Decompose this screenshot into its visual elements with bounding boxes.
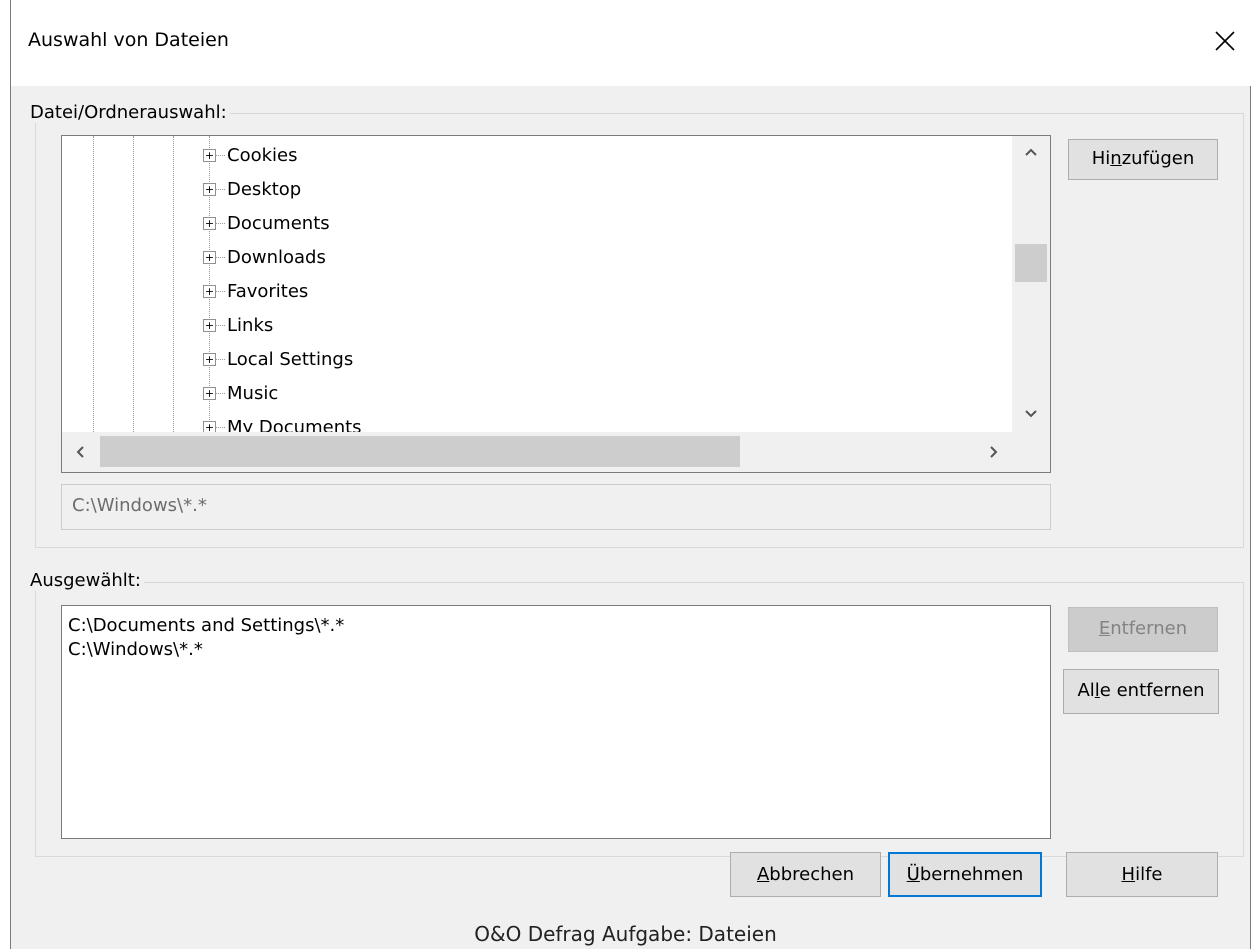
tree-item-label: Documents [227, 213, 330, 234]
expand-plus-icon[interactable]: + [203, 353, 216, 366]
tree-guide-line [173, 136, 174, 432]
scroll-right-icon[interactable] [984, 444, 1004, 463]
tree-item-label: Downloads [227, 247, 326, 268]
remove-button[interactable]: Entfernen [1068, 607, 1218, 652]
tree-item-label: Local Settings [227, 349, 354, 370]
list-item[interactable]: C:\Documents and Settings\*.* [68, 614, 1050, 638]
expand-plus-icon[interactable]: + [203, 285, 216, 298]
remove-button-accesskey: E [1098, 618, 1111, 639]
expand-plus-icon[interactable]: + [203, 251, 216, 264]
tree-item-label: Links [227, 315, 274, 336]
cancel-button-accesskey: A [756, 864, 770, 885]
apply-button-accesskey: Ü [906, 864, 920, 885]
add-button-accesskey: n [1110, 148, 1122, 169]
horizontal-scrollbar[interactable] [62, 432, 1012, 472]
tree-item-label: Favorites [227, 281, 309, 302]
selected-legend: Ausgewählt: [27, 570, 144, 591]
tree-item-label: Music [227, 383, 279, 404]
selected-list[interactable]: C:\Documents and Settings\*.* C:\Windows… [61, 605, 1051, 839]
remove-button-label-rest: ntfernen [1110, 618, 1188, 639]
expand-plus-icon[interactable]: + [203, 217, 216, 230]
tree-item-label: Desktop [227, 179, 302, 200]
expand-plus-icon[interactable]: + [203, 319, 216, 332]
expand-plus-icon[interactable]: + [203, 183, 216, 196]
dialog-title: Auswahl von Dateien [28, 29, 229, 51]
file-selection-dialog: Auswahl von Dateien Datei/Ordnerauswahl:… [10, 0, 1251, 949]
remove-all-button-label: Al [1077, 680, 1095, 701]
list-item[interactable]: C:\Windows\*.* [68, 638, 1050, 662]
expand-plus-icon[interactable]: + [203, 387, 216, 400]
scroll-up-icon[interactable] [1012, 142, 1050, 161]
add-button[interactable]: Hinzufügen [1068, 139, 1218, 180]
help-button-label-rest: ilfe [1135, 864, 1163, 885]
vertical-scrollbar[interactable] [1012, 136, 1050, 432]
tree-guide-line [93, 136, 94, 432]
scroll-down-icon[interactable] [1012, 404, 1050, 423]
help-button-accesskey: H [1121, 864, 1136, 885]
tree-guide-line [133, 136, 134, 432]
scrollbar-corner [1012, 432, 1050, 472]
apply-button-label-rest: bernehmen [919, 864, 1024, 885]
horizontal-scroll-thumb[interactable] [100, 436, 740, 467]
scroll-left-icon[interactable] [70, 444, 90, 463]
tree-item-label: Cookies [227, 145, 298, 166]
cancel-button[interactable]: Abbrechen [730, 852, 881, 897]
path-input[interactable]: C:\Windows\*.* [61, 484, 1051, 530]
close-button[interactable] [1204, 20, 1246, 62]
close-icon [1215, 31, 1235, 51]
remove-all-button-label-rest: e entfernen [1099, 680, 1205, 701]
title-bar: Auswahl von Dateien [11, 0, 1251, 86]
add-button-label-rest: zufügen [1121, 148, 1195, 169]
folder-tree[interactable]: + Cookies + Desktop + Documents + Downlo… [61, 135, 1051, 473]
file-folder-selection-legend: Datei/Ordnerauswahl: [27, 102, 230, 123]
remove-all-button[interactable]: Alle entfernen [1063, 669, 1219, 714]
help-button[interactable]: Hilfe [1066, 852, 1218, 897]
apply-button[interactable]: Übernehmen [888, 852, 1042, 897]
add-button-label: Hi [1091, 148, 1111, 169]
image-caption: O&O Defrag Aufgabe: Dateien [474, 922, 777, 946]
expand-plus-icon[interactable]: + [203, 149, 216, 162]
vertical-scroll-thumb[interactable] [1015, 244, 1047, 282]
cancel-button-label-rest: bbrechen [769, 864, 855, 885]
